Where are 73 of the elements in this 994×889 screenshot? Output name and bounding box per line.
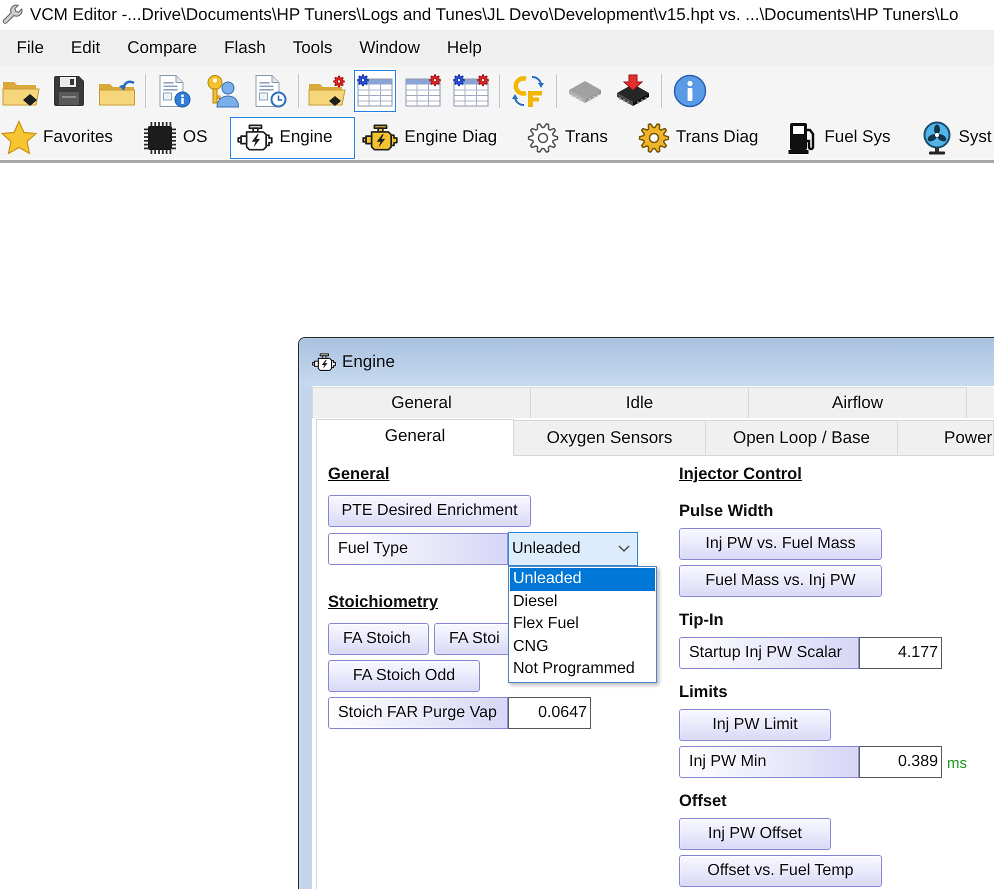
engine-icon bbox=[237, 124, 274, 152]
swap-arrows-icon bbox=[511, 74, 545, 108]
tab[interactable]: Power bbox=[898, 420, 994, 455]
parameter-button[interactable]: Inj PW Min bbox=[679, 746, 859, 778]
tab[interactable]: Airflow bbox=[749, 387, 967, 418]
parameter-button[interactable]: Fuel Mass vs. Inj PW bbox=[679, 565, 882, 597]
chip-icon bbox=[142, 120, 177, 154]
table-gear-icon bbox=[356, 74, 394, 108]
menu-item[interactable]: Help bbox=[433, 38, 496, 58]
parameter-button[interactable]: Stoich FAR Purge Vap bbox=[328, 697, 508, 729]
parameter-button[interactable]: FA Stoich Odd bbox=[328, 660, 480, 692]
info-icon bbox=[673, 74, 707, 108]
subsection-heading: Limits bbox=[679, 682, 728, 702]
chip-download-icon bbox=[615, 74, 651, 108]
folder-gear-icon bbox=[308, 74, 346, 106]
tab[interactable]: Open Loop / Base bbox=[706, 420, 898, 455]
menu-item[interactable]: File bbox=[3, 38, 58, 58]
subsection-heading: Tip-In bbox=[679, 610, 724, 630]
menu-item[interactable]: Compare bbox=[114, 38, 211, 58]
menu-item[interactable]: Window bbox=[346, 38, 434, 58]
subsection-heading: Offset bbox=[679, 791, 727, 811]
table-gears-icon bbox=[452, 74, 490, 108]
category-tab[interactable]: Trans bbox=[520, 116, 631, 158]
gear-icon bbox=[527, 122, 560, 154]
save-icon bbox=[53, 74, 85, 106]
dropdown-option[interactable]: Not Programmed bbox=[510, 658, 655, 680]
parameter-button[interactable]: Offset vs. Fuel Temp bbox=[679, 855, 882, 887]
parameter-button[interactable]: Fuel Type bbox=[328, 533, 508, 565]
value-field[interactable]: 0.389 bbox=[859, 746, 942, 778]
gear-icon bbox=[638, 122, 670, 154]
star-icon bbox=[1, 120, 37, 156]
category-tab[interactable]: Fuel Sys bbox=[781, 116, 914, 158]
dropdown-option[interactable]: Unleaded bbox=[510, 568, 655, 590]
menu-item[interactable]: Flash bbox=[210, 38, 280, 58]
engine-icon bbox=[362, 124, 398, 152]
parameter-button[interactable]: Inj PW Offset bbox=[679, 818, 831, 850]
wrench-icon bbox=[2, 4, 24, 26]
parameter-button[interactable]: PTE Desired Enrichment bbox=[328, 495, 531, 527]
parameter-button[interactable]: FA Stoich bbox=[328, 623, 429, 655]
category-tab[interactable]: Favorites bbox=[0, 116, 136, 158]
tab[interactable]: General bbox=[316, 419, 514, 456]
app-title: VCM Editor -...Drive\Documents\HP Tuners\Logs and Tunes\JL Devo\Development\v15.hpt vs. ...\Documents\HP Tuners\Lo bbox=[30, 4, 959, 26]
tab[interactable]: Oxygen Sensors bbox=[514, 420, 706, 455]
engine-icon bbox=[312, 352, 336, 372]
category-tab[interactable]: Engine Diag bbox=[355, 116, 520, 158]
chevron-down-icon bbox=[618, 545, 630, 553]
unit-label: ms bbox=[947, 755, 967, 773]
tab[interactable]: Idle bbox=[531, 387, 749, 418]
dropdown[interactable]: Unleaded bbox=[508, 532, 638, 566]
section-heading: General bbox=[328, 464, 390, 485]
toolbar-button[interactable] bbox=[354, 70, 396, 112]
section-heading: Stoichiometry bbox=[328, 592, 438, 613]
category-tab[interactable]: OS bbox=[136, 116, 230, 158]
window-title: Engine bbox=[342, 352, 395, 372]
menu-item[interactable]: Edit bbox=[57, 38, 114, 58]
parameter-button[interactable]: Inj PW Limit bbox=[679, 709, 831, 741]
subsection-heading: Pulse Width bbox=[679, 501, 774, 521]
category-tab[interactable]: Trans Diag bbox=[630, 116, 782, 158]
category-tab[interactable]: Syst bbox=[914, 116, 993, 158]
parameter-button[interactable]: Startup Inj PW Scalar bbox=[679, 637, 859, 669]
section-heading: Injector Control bbox=[679, 464, 802, 485]
tab[interactable]: General bbox=[313, 387, 531, 418]
document-info-icon bbox=[157, 74, 191, 108]
table-gear-icon bbox=[404, 74, 442, 108]
key-user-icon bbox=[205, 74, 239, 108]
dropdown-option[interactable]: Diesel bbox=[510, 590, 655, 613]
value-field[interactable]: 0.0647 bbox=[508, 697, 591, 729]
document-clock-icon bbox=[253, 74, 287, 108]
menu-item[interactable]: Tools bbox=[279, 38, 346, 58]
category-tab[interactable]: Engine bbox=[230, 116, 356, 158]
fan-icon bbox=[920, 120, 953, 154]
value-field[interactable]: 4.177 bbox=[859, 637, 942, 669]
parameter-button[interactable]: Inj PW vs. Fuel Mass bbox=[679, 528, 882, 560]
